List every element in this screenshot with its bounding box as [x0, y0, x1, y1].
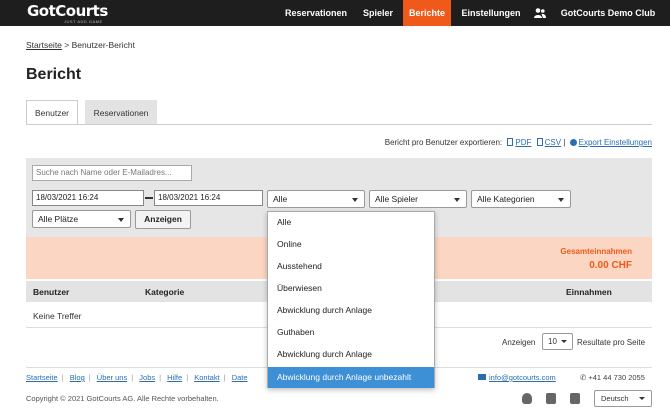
page-title: Bericht: [26, 66, 82, 83]
export-divider: |: [563, 138, 566, 147]
total-revenue-value: 0.00 CHF: [589, 260, 632, 271]
footer-link-privacy[interactable]: Date: [232, 373, 248, 382]
android-icon[interactable]: [546, 393, 556, 404]
footer-link-help[interactable]: Hilfe: [167, 373, 182, 382]
language-select[interactable]: Deutsch: [594, 390, 652, 407]
dropdown-option[interactable]: Online: [268, 234, 434, 255]
dropdown-option[interactable]: Alle: [268, 212, 434, 233]
export-pdf-link[interactable]: PDF: [515, 138, 531, 147]
empty-table-message: Keine Treffer: [33, 311, 82, 321]
status-dropdown-menu: Alle Online Ausstehend Überwiesen Abwick…: [267, 211, 435, 388]
column-header-user[interactable]: Benutzer: [33, 287, 69, 297]
export-settings-link[interactable]: Export Einstellungen: [579, 138, 652, 147]
court-select-value: Alle Plätze: [38, 214, 79, 224]
dropdown-option-highlighted[interactable]: Abwicklung durch Anlage unbezahlt: [268, 367, 434, 388]
player-select[interactable]: Alle Spieler: [369, 190, 467, 208]
chevron-down-icon: [558, 198, 564, 202]
logo-tagline: JUST ADD GAME: [64, 19, 103, 24]
show-button[interactable]: Anzeigen: [135, 210, 191, 229]
export-bar: Bericht pro Benutzer exportieren: PDF CS…: [385, 138, 652, 147]
chevron-down-icon: [561, 340, 567, 343]
footer-link-contact[interactable]: Kontakt: [194, 373, 219, 382]
pdf-file-icon: [507, 138, 514, 146]
dropdown-option[interactable]: Abwicklung durch Anlage: [268, 300, 434, 321]
tab-divider: [26, 124, 652, 125]
status-select-value: Alle: [273, 194, 288, 204]
page-size-value: 10: [548, 337, 557, 346]
footer-link-startseite[interactable]: Startseite: [26, 373, 58, 382]
nav-berichte[interactable]: Berichte: [403, 0, 451, 26]
breadcrumb-current: Benutzer-Bericht: [71, 40, 135, 50]
tab-reservationen[interactable]: Reservationen: [85, 100, 157, 125]
page-size-label: Anzeigen: [502, 338, 536, 347]
breadcrumb-home-link[interactable]: Startseite: [26, 40, 62, 50]
footer-phone: ✆ +41 44 730 2055: [580, 373, 645, 382]
email-link[interactable]: info@gotcourts.com: [489, 373, 556, 382]
breadcrumb-separator: >: [64, 40, 70, 50]
export-label: Bericht pro Benutzer exportieren:: [384, 138, 503, 147]
phone-number: +41 44 730 2055: [588, 373, 645, 382]
dropdown-option[interactable]: Überwiesen: [268, 278, 434, 299]
chevron-down-icon: [639, 397, 645, 400]
category-select[interactable]: Alle Kategorien: [471, 190, 571, 208]
player-select-value: Alle Spieler: [375, 194, 418, 204]
total-revenue-label: Gesamteinnahmen: [560, 247, 632, 256]
date-from-field[interactable]: 18/03/2021 16:24: [32, 190, 144, 206]
search-input[interactable]: Suche nach Name oder E-Mailadres...: [32, 165, 192, 181]
dropdown-option[interactable]: Abwicklung durch Anlage: [268, 344, 434, 365]
gear-icon: [569, 139, 577, 146]
apple-icon[interactable]: [522, 393, 532, 404]
court-select[interactable]: Alle Plätze: [32, 210, 131, 228]
chevron-down-icon: [352, 198, 358, 202]
footer-email: info@gotcourts.com: [478, 373, 556, 382]
date-range-dash: [145, 197, 153, 199]
page-size-suffix: Resultate pro Seite: [577, 338, 646, 347]
chevron-down-icon: [118, 218, 124, 222]
chevron-down-icon: [454, 198, 460, 202]
tab-benutzer[interactable]: Benutzer: [26, 100, 78, 125]
users-icon[interactable]: [534, 7, 546, 19]
facebook-icon[interactable]: [570, 393, 580, 404]
footer-link-blog[interactable]: Blog: [70, 373, 85, 382]
breadcrumb: Startseite > Benutzer-Bericht: [26, 40, 135, 50]
copyright: Copyright © 2021 GotCourts AG. Alle Rech…: [26, 394, 219, 403]
club-name[interactable]: GotCourts Demo Club: [555, 0, 661, 26]
date-to-field[interactable]: 18/03/2021 16:24: [154, 190, 263, 206]
footer-link-about[interactable]: Über uns: [97, 373, 127, 382]
page-size-select[interactable]: 10: [542, 333, 573, 350]
dropdown-option[interactable]: Ausstehend: [268, 256, 434, 277]
nav-reservationen[interactable]: Reservationen: [279, 0, 353, 26]
gotcourts-logo[interactable]: GotCourts: [27, 2, 108, 20]
envelope-icon: [478, 374, 486, 380]
column-header-revenue[interactable]: Einnahmen: [566, 287, 612, 297]
nav-einstellungen[interactable]: Einstellungen: [456, 0, 526, 26]
export-csv-link[interactable]: CSV: [545, 138, 561, 147]
footer-link-jobs[interactable]: Jobs: [139, 373, 155, 382]
column-header-category[interactable]: Kategorie: [145, 287, 184, 297]
nav-spieler[interactable]: Spieler: [358, 0, 398, 26]
dropdown-option[interactable]: Guthaben: [268, 322, 434, 343]
category-select-value: Alle Kategorien: [477, 194, 535, 204]
language-value: Deutsch: [601, 394, 629, 403]
footer-links: Startseite | Blog | Über uns | Jobs | Hilfe |…: [26, 373, 248, 382]
status-select[interactable]: Alle: [267, 190, 365, 208]
csv-file-icon: [536, 138, 543, 146]
